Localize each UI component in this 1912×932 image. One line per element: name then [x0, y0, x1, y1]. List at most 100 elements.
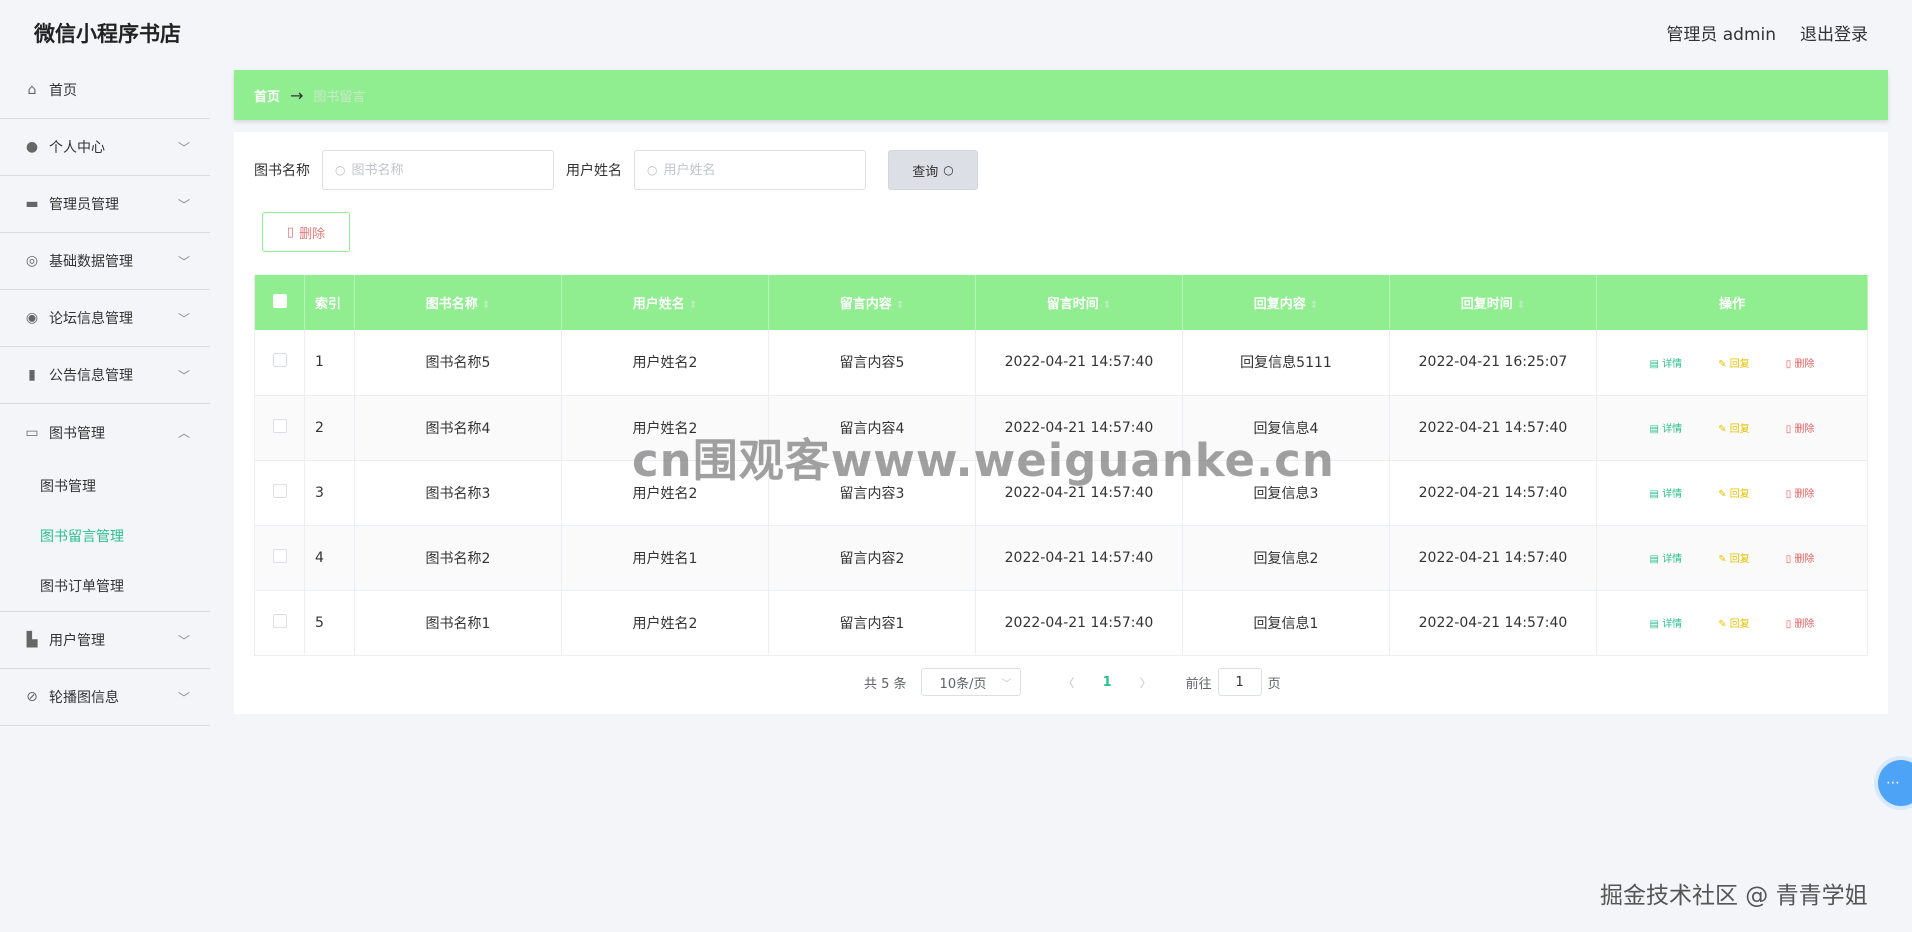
sort-icon[interactable]: ⇕: [1103, 300, 1111, 311]
sort-icon[interactable]: ⇕: [1517, 300, 1525, 311]
menu-lines-icon: ⋯: [1886, 775, 1900, 791]
row-checkbox[interactable]: [272, 483, 287, 498]
sidebar-item-user-management[interactable]: ▙ 用户管理 ﹀: [0, 612, 210, 669]
search-icon: ○: [335, 163, 346, 177]
page-size-select[interactable]: 10条/页 ﹀: [920, 668, 1021, 696]
table-row: 1 图书名称5 用户姓名2 留言内容5 2022-04-21 14:57:40 …: [254, 330, 1868, 396]
cell-index: 2: [304, 395, 355, 461]
col-reply-time[interactable]: 回复时间 ⇕: [1389, 275, 1597, 330]
book-name-input[interactable]: [351, 162, 532, 178]
sort-icon[interactable]: ⇕: [689, 300, 697, 311]
main-panel: 图书名称 ○ 用户姓名 ○ 查询 ○ ▯ 删除 索引 图书名称 ⇕ 用户姓名 ⇕ 留…: [234, 132, 1888, 714]
goto-page-input[interactable]: 1: [1217, 668, 1262, 696]
sidebar-item-notice[interactable]: ▮ 公告信息管理 ﹀: [0, 347, 210, 404]
select-all-cell[interactable]: [254, 275, 305, 330]
batch-delete-button[interactable]: ▯ 删除: [262, 212, 350, 252]
submenu-item-book-messages[interactable]: 图书留言管理: [0, 511, 210, 561]
next-page-button[interactable]: 〉: [1140, 674, 1152, 691]
cell-reply-time: 2022-04-21 14:57:40: [1389, 395, 1597, 461]
delete-button[interactable]: ▯ 删除: [1786, 420, 1815, 435]
sort-icon[interactable]: ⇕: [482, 300, 490, 311]
reply-label: 回复: [1729, 489, 1750, 500]
reply-label: 回复: [1729, 619, 1750, 630]
col-message-content[interactable]: 留言内容 ⇕: [768, 275, 976, 330]
user-icon: ●: [25, 139, 39, 155]
sidebar-item-personal-center[interactable]: ● 个人中心 ﹀: [0, 119, 210, 176]
detail-label: 详情: [1662, 554, 1683, 565]
sidebar-item-forum[interactable]: ◉ 论坛信息管理 ﹀: [0, 290, 210, 347]
detail-label: 详情: [1662, 424, 1683, 435]
delete-button[interactable]: ▯ 删除: [1786, 550, 1815, 565]
user-name-input[interactable]: [663, 162, 844, 178]
cell-reply-time: 2022-04-21 14:57:40: [1389, 590, 1597, 656]
col-reply-content[interactable]: 回复内容 ⇕: [1182, 275, 1390, 330]
sidebar-item-carousel[interactable]: ⊘ 轮播图信息 ﹀: [0, 669, 210, 726]
prev-page-button[interactable]: 〈: [1063, 674, 1075, 691]
sort-icon[interactable]: ⇕: [1310, 300, 1318, 311]
submenu-item-books[interactable]: 图书管理: [0, 461, 210, 511]
breadcrumb-current: 图书留言: [313, 89, 366, 105]
sidebar-item-home[interactable]: ⌂ 首页: [0, 62, 210, 119]
reply-button[interactable]: ✎ 回复: [1718, 420, 1750, 435]
sidebar-item-book-management[interactable]: ▭ 图书管理 ︿: [0, 404, 210, 461]
delete-button[interactable]: ▯ 删除: [1786, 355, 1815, 370]
row-checkbox-cell[interactable]: [254, 395, 305, 461]
delete-button[interactable]: ▯ 删除: [1786, 615, 1815, 630]
page-number-current[interactable]: 1: [1103, 675, 1112, 690]
delete-button-label: 删除: [299, 226, 326, 242]
sidebar-item-label: 轮播图信息: [49, 690, 119, 706]
delete-button[interactable]: ▯ 删除: [1786, 485, 1815, 500]
row-checkbox-cell[interactable]: [254, 330, 305, 396]
cell-content: 留言内容2: [768, 525, 976, 591]
book-submenu: 图书管理 图书留言管理 图书订单管理: [0, 461, 210, 612]
reply-button[interactable]: ✎ 回复: [1718, 615, 1750, 630]
row-checkbox[interactable]: [272, 548, 287, 563]
reply-button[interactable]: ✎ 回复: [1718, 355, 1750, 370]
delete-label: 删除: [1794, 554, 1815, 565]
compass-icon: ⊘: [26, 689, 38, 705]
detail-button[interactable]: ▤ 详情: [1650, 355, 1683, 370]
pagination-total: 共 5 条: [864, 676, 907, 692]
sidebar-item-basic-data[interactable]: ◎ 基础数据管理 ﹀: [0, 233, 210, 290]
cell-content: 留言内容1: [768, 590, 976, 656]
breadcrumb-home-link[interactable]: 首页: [254, 86, 280, 105]
reply-button[interactable]: ✎ 回复: [1718, 550, 1750, 565]
detail-button[interactable]: ▤ 详情: [1650, 550, 1683, 565]
detail-button[interactable]: ▤ 详情: [1650, 485, 1683, 500]
sidebar-item-label: 个人中心: [49, 140, 105, 156]
detail-label: 详情: [1662, 489, 1683, 500]
goto-page: 前往 1 页: [1186, 668, 1281, 696]
col-message-time[interactable]: 留言时间 ⇕: [975, 275, 1183, 330]
cell-actions: ▤ 详情 ✎ 回复 ▯ 删除: [1596, 460, 1868, 526]
row-checkbox-cell[interactable]: [254, 590, 305, 656]
row-checkbox[interactable]: [272, 613, 287, 628]
book-name-field[interactable]: ○: [322, 150, 554, 190]
row-checkbox[interactable]: [272, 353, 287, 368]
cell-actions: ▤ 详情 ✎ 回复 ▯ 删除: [1596, 590, 1868, 656]
row-checkbox-cell[interactable]: [254, 460, 305, 526]
logout-button[interactable]: 退出登录: [1800, 20, 1868, 45]
sidebar-item-label: 论坛信息管理: [49, 311, 133, 327]
cell-reply-time: 2022-04-21 14:57:40: [1389, 525, 1597, 591]
row-checkbox-cell[interactable]: [254, 525, 305, 591]
submenu-item-book-orders[interactable]: 图书订单管理: [0, 561, 210, 611]
cell-time: 2022-04-21 14:57:40: [975, 525, 1183, 591]
user-name-field[interactable]: ○: [634, 150, 866, 190]
sidebar-item-admin-management[interactable]: ▬ 管理员管理 ﹀: [0, 176, 210, 233]
query-button[interactable]: 查询 ○: [888, 150, 978, 190]
reply-button[interactable]: ✎ 回复: [1718, 485, 1750, 500]
col-book-name[interactable]: 图书名称 ⇕: [354, 275, 562, 330]
admin-user-label[interactable]: 管理员 admin: [1666, 20, 1776, 45]
sort-icon[interactable]: ⇕: [896, 300, 904, 311]
cell-user: 用户姓名1: [561, 525, 769, 591]
detail-button[interactable]: ▤ 详情: [1650, 615, 1683, 630]
select-all-checkbox[interactable]: [272, 293, 287, 308]
col-user-name[interactable]: 用户姓名 ⇕: [561, 275, 769, 330]
aperture-icon: ◎: [25, 253, 39, 269]
pagination: 共 5 条 10条/页 ﹀ 〈 1 〉 前往 1 页: [864, 668, 1281, 696]
floating-action-button[interactable]: ⋯: [1878, 760, 1912, 806]
chevron-down-icon: ﹀: [177, 369, 190, 383]
row-checkbox[interactable]: [272, 418, 287, 433]
detail-button[interactable]: ▤ 详情: [1650, 420, 1683, 435]
book-name-label: 图书名称: [254, 163, 310, 179]
